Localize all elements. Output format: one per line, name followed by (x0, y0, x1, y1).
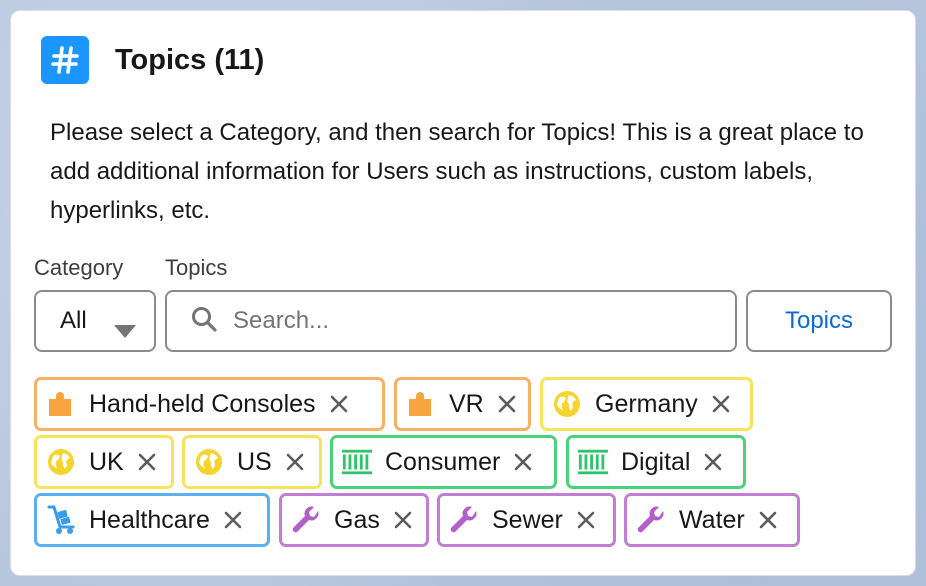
pill-label: VR (449, 389, 484, 418)
puzzle-icon (405, 388, 437, 420)
pill-label: Gas (334, 505, 380, 534)
barcode-icon (577, 446, 609, 478)
pill-label: Healthcare (89, 505, 210, 534)
remove-pill-button[interactable] (710, 393, 732, 415)
barcode-icon (341, 446, 373, 478)
wrench-icon (448, 504, 480, 536)
wrench-icon (290, 504, 322, 536)
globe-icon (45, 446, 77, 478)
topics-card: Topics (11) Please select a Category, an… (10, 10, 916, 576)
topic-pill: Water (624, 493, 800, 547)
pill-label: Hand-held Consoles (89, 389, 316, 418)
pill-label: Digital (621, 447, 691, 476)
topic-pill: Healthcare (34, 493, 270, 547)
topic-pill: Germany (540, 377, 753, 431)
topic-pill: UK (34, 435, 174, 489)
caret-down-icon (114, 317, 136, 345)
remove-pill-button[interactable] (392, 509, 414, 531)
remove-pill-button[interactable] (328, 393, 350, 415)
topic-pill: Consumer (330, 435, 557, 489)
topic-pill: Digital (566, 435, 746, 489)
topic-pill: US (182, 435, 322, 489)
topic-pill: Gas (279, 493, 429, 547)
topics-search-box[interactable] (165, 290, 737, 352)
pill-label: Germany (595, 389, 698, 418)
remove-pill-button[interactable] (496, 393, 518, 415)
remove-pill-button[interactable] (222, 509, 244, 531)
topics-button[interactable]: Topics (746, 290, 892, 352)
remove-pill-button[interactable] (284, 451, 306, 473)
card-header: Topics (11) (41, 36, 264, 84)
remove-pill-button[interactable] (575, 509, 597, 531)
topic-pill: Hand-held Consoles (34, 377, 385, 431)
pill-label: UK (89, 447, 124, 476)
topics-label: Topics (165, 255, 228, 280)
remove-pill-button[interactable] (757, 509, 779, 531)
description-text: Please select a Category, and then searc… (50, 119, 864, 224)
search-input[interactable] (231, 306, 715, 336)
hashtag-icon (41, 36, 89, 84)
globe-icon (551, 388, 583, 420)
topic-pill: Sewer (437, 493, 616, 547)
category-label: Category (34, 255, 124, 280)
category-value: All (60, 307, 87, 334)
pill-label: Sewer (492, 505, 563, 534)
pill-label: US (237, 447, 272, 476)
pill-label: Consumer (385, 447, 501, 476)
puzzle-icon (45, 388, 77, 420)
topic-pill: VR (394, 377, 531, 431)
remove-pill-button[interactable] (512, 451, 534, 473)
wrench-icon (635, 504, 667, 536)
remove-pill-button[interactable] (136, 451, 158, 473)
card-title: Topics (11) (115, 43, 265, 76)
search-icon (191, 306, 217, 337)
remove-pill-button[interactable] (702, 451, 724, 473)
globe-icon (193, 446, 225, 478)
category-select[interactable]: All (34, 290, 156, 352)
hand-truck-icon (45, 504, 77, 536)
pill-label: Water (679, 505, 745, 534)
